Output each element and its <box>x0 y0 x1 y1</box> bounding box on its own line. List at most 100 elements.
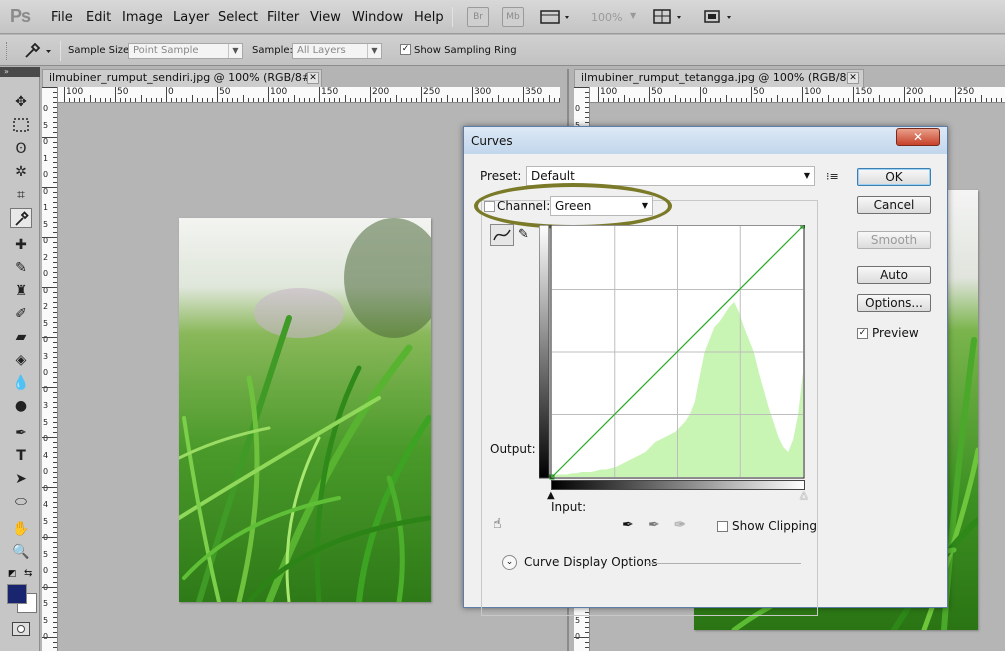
black-eyedropper-icon[interactable]: ✒ <box>622 517 634 533</box>
menu-image[interactable]: Image <box>122 10 163 25</box>
dodge-tool-icon[interactable]: ● <box>10 396 32 416</box>
ruler-tick <box>472 87 473 102</box>
toolbox-collapse-icon[interactable]: » <box>0 67 40 77</box>
screen-mode-icon[interactable] <box>703 8 737 26</box>
ruler-tick <box>628 98 630 102</box>
quick-selection-tool-icon[interactable]: ✲ <box>10 162 32 182</box>
preset-options-icon[interactable]: ⁝≡ <box>826 170 839 183</box>
brush-tool-icon[interactable]: ✎ <box>10 258 32 278</box>
foreground-color-swatch[interactable] <box>7 584 27 604</box>
pen-tool-icon[interactable]: ✒ <box>10 423 32 443</box>
quick-mask-icon[interactable] <box>12 622 30 636</box>
ruler-number: 5 <box>43 120 49 130</box>
ruler-number: 5 <box>43 516 49 526</box>
white-point-slider[interactable]: △ <box>800 490 808 501</box>
menu-help[interactable]: Help <box>414 10 444 25</box>
menu-select[interactable]: Select <box>218 10 258 25</box>
ruler-tick <box>53 292 57 293</box>
history-brush-tool-icon[interactable]: ✐ <box>10 304 32 324</box>
document-tab-2[interactable]: ilmubiner_rumput_tetangga.jpg @ 100% (RG… <box>574 69 864 87</box>
eyedropper-preset-icon[interactable] <box>20 41 56 61</box>
zoom-dropdown-icon[interactable]: ▼ <box>630 11 636 20</box>
show-sampling-ring-checkbox[interactable]: ✓ <box>400 44 411 55</box>
bridge-button[interactable]: Br <box>467 7 489 27</box>
marquee-tool-icon[interactable] <box>10 115 32 135</box>
ruler-tick <box>725 95 727 102</box>
paint-bucket-tool-icon[interactable]: ◈ <box>10 350 32 370</box>
lasso-tool-icon[interactable]: ʘ <box>10 139 32 159</box>
close-icon[interactable]: ✕ <box>307 72 319 84</box>
ruler-tick <box>492 98 494 102</box>
menu-edit[interactable]: Edit <box>86 10 111 25</box>
arrange-documents-icon[interactable] <box>653 8 687 26</box>
blur-tool-icon[interactable]: 💧 <box>10 373 32 393</box>
ruler-tick <box>791 98 793 102</box>
curve-point-mode-icon[interactable] <box>490 224 514 246</box>
close-icon[interactable]: ✕ <box>847 72 859 84</box>
ruler-tick <box>426 98 428 102</box>
auto-button[interactable]: Auto <box>857 266 931 284</box>
menu-filter[interactable]: Filter <box>267 10 299 25</box>
ruler-tick <box>796 98 798 102</box>
swap-colors-icon[interactable]: ⇆ <box>24 568 32 579</box>
smooth-button[interactable]: Smooth <box>857 231 931 249</box>
crop-tool-icon[interactable]: ⌗ <box>10 185 32 205</box>
ruler-tick <box>222 98 224 102</box>
menu-view[interactable]: View <box>310 10 341 25</box>
ruler-tick <box>533 98 535 102</box>
zoom-tool-icon[interactable]: 🔍 <box>10 542 32 562</box>
ruler-tick <box>319 87 320 102</box>
ruler-tick <box>781 98 783 102</box>
ruler-tick <box>42 187 57 188</box>
mini-bridge-button[interactable]: Mb <box>502 7 524 27</box>
hand-tool-icon[interactable]: ✋ <box>10 519 32 539</box>
ok-button[interactable]: OK <box>857 168 931 186</box>
view-extras-icon[interactable] <box>540 8 572 26</box>
close-button[interactable]: ✕ <box>896 128 940 146</box>
white-eyedropper-icon[interactable]: ✒ <box>674 517 686 533</box>
menu-file[interactable]: File <box>51 10 73 25</box>
healing-brush-tool-icon[interactable]: ✚ <box>10 235 32 255</box>
ruler-tick <box>344 95 346 102</box>
ruler-tick <box>585 642 589 643</box>
sample-size-select[interactable]: Point Sample ▼ <box>128 43 243 59</box>
menu-window[interactable]: Window <box>352 10 403 25</box>
options-grip[interactable] <box>6 42 9 60</box>
ruler-tick <box>574 87 589 88</box>
document-tab-1[interactable]: ilmubiner_rumput_sendiri.jpg @ 100% (RGB… <box>42 69 322 87</box>
targeted-adjustment-icon[interactable]: ☝ <box>493 516 502 532</box>
cancel-button[interactable]: Cancel <box>857 196 931 214</box>
ruler-tick <box>990 98 992 102</box>
ruler-tick <box>659 98 661 102</box>
eyedropper-tool-icon[interactable] <box>10 208 32 228</box>
ruler-number: 3 <box>43 351 49 361</box>
options-button[interactable]: Options... <box>857 294 931 312</box>
ruler-number: 100 <box>66 87 84 97</box>
expand-chevron-icon[interactable]: ⌄ <box>502 555 517 570</box>
pencil-icon[interactable]: ✎ <box>518 226 536 244</box>
ruler-number: 300 <box>474 87 492 97</box>
output-label: Output: <box>490 442 536 456</box>
ruler-tick <box>684 98 686 102</box>
curve-display-options-label[interactable]: Curve Display Options <box>524 555 658 569</box>
default-colors-icon[interactable]: ◩ <box>8 569 17 579</box>
clone-stamp-tool-icon[interactable]: ♜ <box>10 281 32 301</box>
sample-select[interactable]: All Layers ▼ <box>292 43 382 59</box>
zoom-level[interactable]: 100% <box>591 11 622 24</box>
ruler-tick <box>42 337 57 338</box>
type-tool-icon[interactable]: T <box>10 446 32 466</box>
ruler-tick <box>585 102 589 103</box>
path-selection-tool-icon[interactable]: ➤ <box>10 469 32 489</box>
ruler-tick <box>53 542 57 543</box>
curve-graph[interactable] <box>538 223 806 480</box>
show-clipping-checkbox[interactable] <box>717 521 728 532</box>
gray-eyedropper-icon[interactable]: ✒ <box>648 517 660 533</box>
preview-checkbox[interactable]: ✓ <box>857 328 868 339</box>
dialog-titlebar[interactable]: Curves ✕ <box>464 127 947 154</box>
shape-tool-icon[interactable]: ⬭ <box>10 492 32 512</box>
ruler-tick <box>42 87 57 88</box>
move-tool-icon[interactable]: ✥ <box>10 92 32 112</box>
ruler-tick <box>461 98 463 102</box>
menu-layer[interactable]: Layer <box>173 10 209 25</box>
eraser-tool-icon[interactable]: ▰ <box>10 327 32 347</box>
